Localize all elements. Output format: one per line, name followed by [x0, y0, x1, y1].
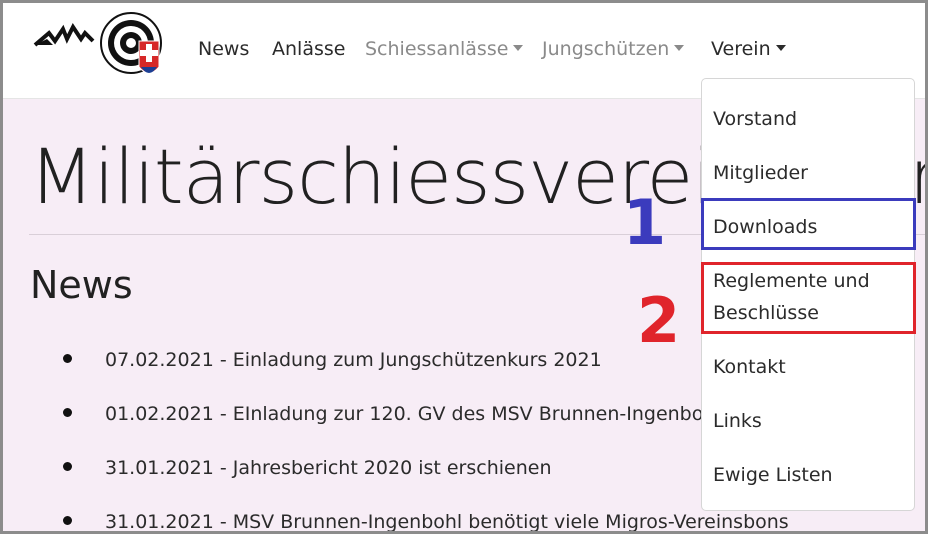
- annotation-number-2: 2: [637, 284, 681, 357]
- caret-down-icon: [775, 45, 786, 51]
- nav-jungschuetzen-label: Jungschützen: [542, 38, 670, 60]
- news-link[interactable]: 01.02.2021 - EInladung zur 120. GV des M…: [105, 403, 721, 425]
- menu-item-mitglieder[interactable]: Mitglieder: [713, 157, 808, 189]
- nav-anlaesse[interactable]: Anlässe: [272, 36, 345, 62]
- menu-item-ewige-listen[interactable]: Ewige Listen: [713, 459, 833, 491]
- news-link[interactable]: 31.01.2021 - Jahresbericht 2020 ist ersc…: [105, 457, 552, 479]
- menu-item-vorstand[interactable]: Vorstand: [713, 103, 797, 135]
- highlight-box-reglemente: [701, 262, 916, 334]
- nav-jungschuetzen[interactable]: Jungschützen: [542, 36, 685, 62]
- news-link[interactable]: 31.01.2021 - MSV Brunnen-Ingenbohl benöt…: [105, 511, 789, 531]
- news-heading: News: [30, 263, 133, 307]
- nav-verein-label: Verein: [711, 38, 771, 60]
- menu-item-kontakt[interactable]: Kontakt: [713, 351, 786, 383]
- news-item[interactable]: 07.02.2021 - Einladung zum Jungschützenk…: [63, 348, 602, 372]
- nav-schiessanlaesse-label: Schiessanlässe: [365, 38, 509, 60]
- nav-verein[interactable]: Verein: [711, 36, 786, 62]
- news-link[interactable]: 07.02.2021 - Einladung zum Jungschützenk…: [105, 349, 602, 371]
- nav-schiessanlaesse[interactable]: Schiessanlässe: [365, 36, 524, 62]
- news-item[interactable]: 01.02.2021 - EInladung zur 120. GV des M…: [63, 402, 721, 426]
- bullet-icon: [63, 516, 72, 525]
- bullet-icon: [63, 408, 72, 417]
- club-logo-icon[interactable]: [33, 11, 163, 86]
- screenshot-frame: News Anlässe Schiessanlässe Jungschützen…: [0, 0, 928, 534]
- caret-down-icon: [674, 45, 685, 51]
- highlight-box-downloads: [701, 198, 916, 250]
- bullet-icon: [63, 462, 72, 471]
- nav-news[interactable]: News: [198, 36, 249, 62]
- caret-down-icon: [513, 45, 524, 51]
- news-item[interactable]: 31.01.2021 - MSV Brunnen-Ingenbohl benöt…: [63, 510, 789, 531]
- menu-item-links[interactable]: Links: [713, 405, 762, 437]
- bullet-icon: [63, 354, 72, 363]
- annotation-number-1: 1: [623, 186, 667, 259]
- news-item[interactable]: 31.01.2021 - Jahresbericht 2020 ist ersc…: [63, 456, 552, 480]
